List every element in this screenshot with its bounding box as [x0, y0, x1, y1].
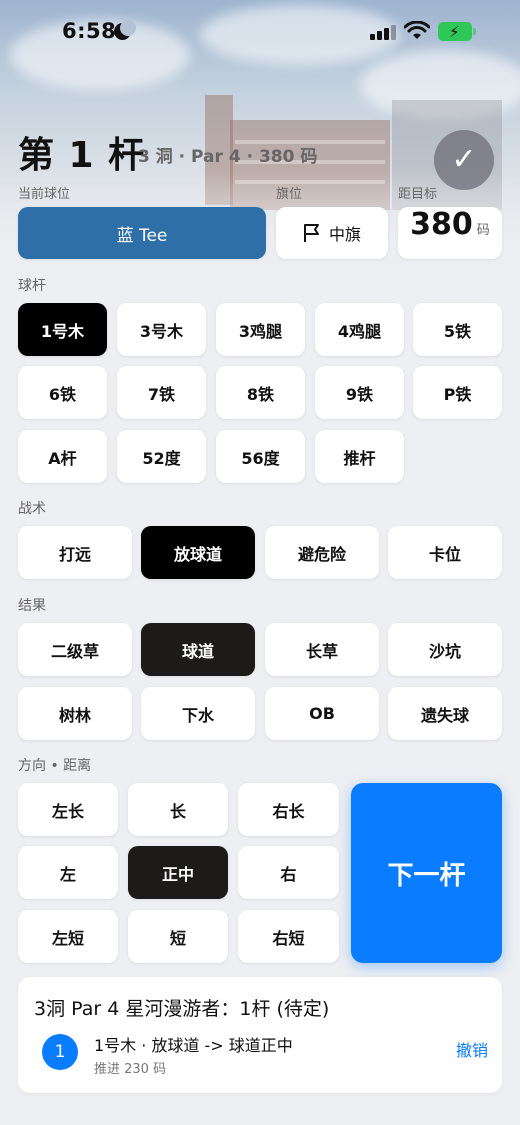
club-button[interactable]: 9铁 [315, 366, 404, 419]
checkmark-icon: ✓ [451, 142, 477, 177]
club-button[interactable]: 8铁 [216, 366, 305, 419]
club-button[interactable]: 3号木 [117, 303, 206, 356]
clubs-section-label: 球杆 [18, 278, 46, 294]
flag-value: 中旗 [328, 225, 361, 244]
direction-button[interactable]: 左短 [18, 910, 118, 963]
tactics-section-label: 战术 [18, 501, 46, 517]
shot-description: 1号木 · 放球道 -> 球道正中 [94, 1036, 293, 1055]
distance-label: 距目标 [398, 187, 438, 202]
distance-display: 380 码 [398, 207, 502, 259]
direction-button[interactable]: 左长 [18, 783, 118, 836]
wifi-icon [404, 21, 430, 39]
result-button[interactable]: 沙坑 [388, 623, 502, 676]
direction-button[interactable]: 右 [238, 846, 339, 899]
direction-section-label: 方向 • 距离 [18, 758, 92, 774]
tee-selector-button[interactable]: 蓝 Tee [18, 207, 266, 259]
club-button[interactable]: 52度 [117, 430, 206, 483]
result-section-label: 结果 [18, 598, 46, 614]
tactic-button[interactable]: 避危险 [265, 526, 379, 579]
scorecard-summary: 3洞 Par 4 星河漫游者：1杆 (待定) 1 1号木 · 放球道 -> 球道… [18, 977, 502, 1093]
direction-button[interactable]: 右短 [238, 910, 339, 963]
battery-icon: ⚡ [438, 22, 476, 41]
signal-icon [370, 24, 398, 40]
club-button[interactable]: A杆 [18, 430, 107, 483]
direction-button[interactable]: 正中 [128, 846, 228, 899]
undo-button[interactable]: 撤销 [456, 1037, 488, 1061]
direction-button[interactable]: 短 [128, 910, 228, 963]
result-button[interactable]: 遗失球 [388, 687, 502, 740]
page-title: 第 1 杆 [18, 135, 146, 176]
flag-selector-button[interactable]: 中旗 [276, 207, 388, 259]
club-button[interactable]: P铁 [413, 366, 502, 419]
result-button[interactable]: 长草 [265, 623, 379, 676]
summary-title: 3洞 Par 4 星河漫游者：1杆 (待定) [34, 998, 330, 1020]
confirm-button[interactable]: ✓ [434, 130, 494, 190]
club-button[interactable]: 6铁 [18, 366, 107, 419]
result-button[interactable]: 二级草 [18, 623, 132, 676]
status-bar: 6:58 ⚡ [0, 0, 520, 64]
tactic-button[interactable]: 卡位 [388, 526, 502, 579]
result-button[interactable]: OB [265, 687, 379, 740]
result-button[interactable]: 球道 [141, 623, 255, 676]
status-time: 6:58 [62, 19, 117, 43]
distance-unit: 码 [476, 223, 490, 238]
moon-icon [114, 20, 136, 40]
hole-info: 3 洞 · Par 4 · 380 码 [138, 147, 318, 167]
club-button[interactable]: 推杆 [315, 430, 404, 483]
club-button[interactable]: 3鸡腿 [216, 303, 305, 356]
club-button[interactable]: 1号木 [18, 303, 107, 356]
club-button[interactable]: 4鸡腿 [315, 303, 404, 356]
current-tee-label: 当前球位 [18, 187, 71, 202]
next-shot-button[interactable]: 下一杆 [351, 783, 502, 963]
club-button[interactable]: 7铁 [117, 366, 206, 419]
shot-number-badge: 1 [42, 1034, 78, 1070]
direction-button[interactable]: 左 [18, 846, 118, 899]
result-button[interactable]: 树林 [18, 687, 132, 740]
tactic-button[interactable]: 打远 [18, 526, 132, 579]
distance-value: 380 [410, 207, 473, 242]
direction-button[interactable]: 右长 [238, 783, 339, 836]
direction-button[interactable]: 长 [128, 783, 228, 836]
club-button[interactable]: 5铁 [413, 303, 502, 356]
flag-icon [303, 224, 319, 242]
result-button[interactable]: 下水 [141, 687, 255, 740]
flag-label: 旗位 [276, 187, 303, 202]
shot-detail: 推进 230 码 [94, 1062, 167, 1077]
club-button[interactable]: 56度 [216, 430, 305, 483]
tactic-button[interactable]: 放球道 [141, 526, 255, 579]
